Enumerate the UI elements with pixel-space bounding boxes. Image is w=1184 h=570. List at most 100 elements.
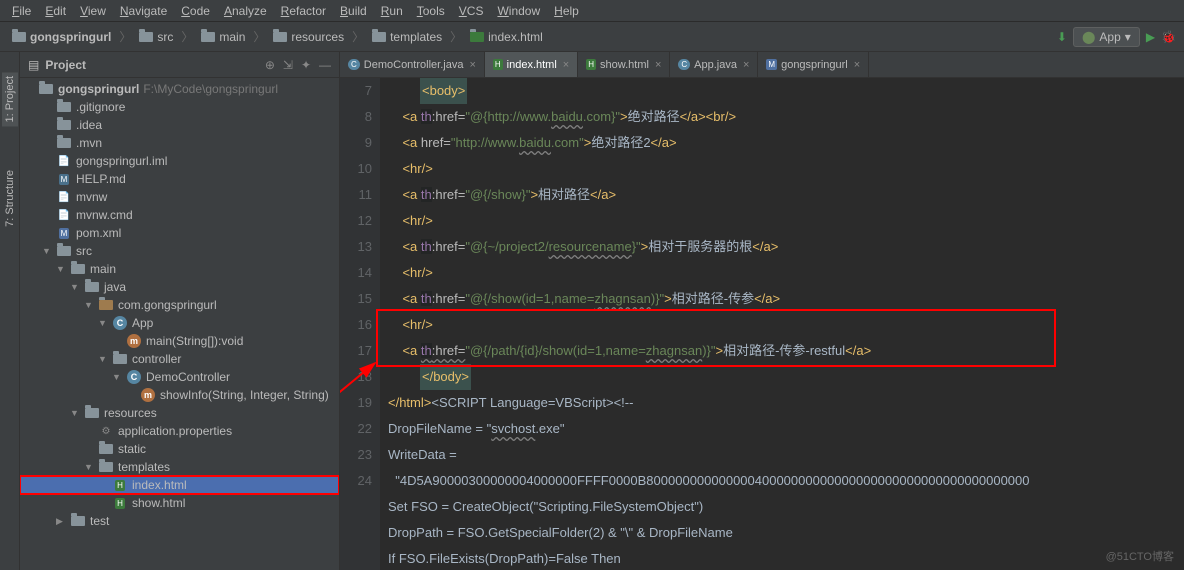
- menu-refactor[interactable]: Refactor: [275, 2, 332, 20]
- menu-navigate[interactable]: Navigate: [114, 2, 173, 20]
- menu-run[interactable]: Run: [375, 2, 409, 20]
- tree-arrow-icon: ▼: [84, 462, 94, 472]
- crumb-resources[interactable]: resources: [269, 28, 348, 46]
- menu-edit[interactable]: Edit: [39, 2, 72, 20]
- code-line[interactable]: <a th:href="@{/show(id=1,name=zhagnsan)}…: [388, 286, 1184, 312]
- tree-item-show.html[interactable]: Hshow.html: [20, 494, 339, 512]
- tree-item-App[interactable]: ▼CApp: [20, 314, 339, 332]
- close-icon[interactable]: ×: [563, 59, 569, 71]
- close-icon[interactable]: ×: [854, 59, 860, 71]
- tab-project[interactable]: 1: Project: [2, 72, 18, 126]
- tree-item-mvnw.cmd[interactable]: 📄mvnw.cmd: [20, 206, 339, 224]
- project-tree[interactable]: gongspringurl F:\MyCode\gongspringurl.gi…: [20, 78, 339, 570]
- folder-icon: [201, 32, 215, 42]
- menu-tools[interactable]: Tools: [411, 2, 451, 20]
- code-line[interactable]: <a href="http://www.baidu.com">绝对路径2</a>: [388, 130, 1184, 156]
- collapse-icon[interactable]: ⊕: [265, 58, 275, 72]
- code-line[interactable]: DropPath = FSO.GetSpecialFolder(2) & "\"…: [388, 520, 1184, 546]
- run-config-selector[interactable]: ⬤ App ▾: [1073, 27, 1140, 47]
- editor-tab-DemoController.java[interactable]: CDemoController.java×: [340, 52, 485, 77]
- code-line[interactable]: If FSO.FileExists(DropPath)=False Then: [388, 546, 1184, 570]
- tree-item-HELP.md[interactable]: MHELP.md: [20, 170, 339, 188]
- tree-item-src[interactable]: ▼src: [20, 242, 339, 260]
- code-line[interactable]: <body>: [388, 78, 1184, 104]
- tree-arrow-icon: ▼: [42, 246, 52, 256]
- code-line[interactable]: <a th:href="@{/show}">相对路径</a>: [388, 182, 1184, 208]
- code-line[interactable]: WriteData =: [388, 442, 1184, 468]
- tree-item-application.properties[interactable]: ⚙application.properties: [20, 422, 339, 440]
- tree-item-index.html[interactable]: Hindex.html: [20, 476, 339, 494]
- menu-help[interactable]: Help: [548, 2, 585, 20]
- close-icon[interactable]: ×: [743, 59, 749, 71]
- menu-window[interactable]: Window: [491, 2, 546, 20]
- tree-item-main(String[]):void[interactable]: mmain(String[]):void: [20, 332, 339, 350]
- tab-structure[interactable]: 7: Structure: [2, 166, 18, 231]
- settings-icon[interactable]: ✦: [301, 58, 311, 72]
- crumb-index.html[interactable]: index.html: [466, 28, 547, 46]
- menu-view[interactable]: View: [74, 2, 112, 20]
- line-number: 9: [340, 130, 372, 156]
- run-icon[interactable]: ▶: [1146, 30, 1155, 44]
- tree-item-pom.xml[interactable]: Mpom.xml: [20, 224, 339, 242]
- editor-tab-index.html[interactable]: Hindex.html×: [485, 52, 578, 77]
- crumb-templates[interactable]: templates: [368, 28, 446, 46]
- tree-item-test[interactable]: ▶test: [20, 512, 339, 530]
- debug-icon[interactable]: 🐞: [1161, 30, 1176, 44]
- chevron-right-icon: 〉: [117, 28, 133, 45]
- menu-file[interactable]: File: [6, 2, 37, 20]
- hide-icon[interactable]: —: [319, 58, 331, 72]
- tree-item-DemoController[interactable]: ▼CDemoController: [20, 368, 339, 386]
- code-area[interactable]: <body> <a th:href="@{http://www.baidu.co…: [380, 78, 1184, 570]
- tree-item-showInfo(String, Integer, String)[interactable]: mshowInfo(String, Integer, String): [20, 386, 339, 404]
- breadcrumbs: gongspringurl〉src〉main〉resources〉templat…: [8, 28, 1057, 46]
- tree-arrow-icon: ▶: [56, 516, 66, 527]
- menu-analyze[interactable]: Analyze: [218, 2, 273, 20]
- code-line[interactable]: </body>: [388, 364, 1184, 390]
- xml-icon: M: [56, 226, 72, 240]
- crumb-main[interactable]: main: [197, 28, 249, 46]
- code-line[interactable]: <a th:href="@{~/project2/resourcename}">…: [388, 234, 1184, 260]
- tree-item-controller[interactable]: ▼controller: [20, 350, 339, 368]
- menu-vcs[interactable]: VCS: [453, 2, 490, 20]
- close-icon[interactable]: ×: [655, 59, 661, 71]
- tree-item-gongspringurl.iml[interactable]: 📄gongspringurl.iml: [20, 152, 339, 170]
- code-line[interactable]: DropFileName = "svchost.exe": [388, 416, 1184, 442]
- tree-item-.gitignore[interactable]: .gitignore: [20, 98, 339, 116]
- run-controls: ⬇ ⬤ App ▾ ▶ 🐞: [1057, 27, 1176, 47]
- crumb-gongspringurl[interactable]: gongspringurl: [8, 28, 115, 46]
- code-line[interactable]: "4D5A90000300000004000000FFFF0000B800000…: [388, 468, 1184, 494]
- line-number: 8: [340, 104, 372, 130]
- tree-item-static[interactable]: static: [20, 440, 339, 458]
- tree-item-com.gongspringurl[interactable]: ▼com.gongspringurl: [20, 296, 339, 314]
- props-icon: ⚙: [98, 424, 114, 438]
- folder-icon: [98, 442, 114, 456]
- code-line[interactable]: Set FSO = CreateObject("Scripting.FileSy…: [388, 494, 1184, 520]
- menu-code[interactable]: Code: [175, 2, 216, 20]
- tree-item-.idea[interactable]: .idea: [20, 116, 339, 134]
- tree-item-main[interactable]: ▼main: [20, 260, 339, 278]
- editor-tab-show.html[interactable]: Hshow.html×: [578, 52, 670, 77]
- tree-item-java[interactable]: ▼java: [20, 278, 339, 296]
- code-line[interactable]: <hr/>: [388, 156, 1184, 182]
- editor-content[interactable]: 78910111213141516171819222324 <body> <a …: [340, 78, 1184, 570]
- build-icon[interactable]: ⬇: [1057, 30, 1067, 44]
- code-line[interactable]: <a th:href="@{/path/{id}/show(id=1,name=…: [388, 338, 1184, 364]
- code-line[interactable]: </html><SCRIPT Language=VBScript><!--: [388, 390, 1184, 416]
- close-icon[interactable]: ×: [469, 59, 475, 71]
- menu-build[interactable]: Build: [334, 2, 373, 20]
- md-icon: M: [56, 172, 72, 186]
- code-line[interactable]: <a th:href="@{http://www.baidu.com}">绝对路…: [388, 104, 1184, 130]
- code-line[interactable]: <hr/>: [388, 260, 1184, 286]
- tree-item-mvnw[interactable]: 📄mvnw: [20, 188, 339, 206]
- expand-icon[interactable]: ⇲: [283, 58, 293, 72]
- tree-item-templates[interactable]: ▼templates: [20, 458, 339, 476]
- code-line[interactable]: <hr/>: [388, 208, 1184, 234]
- editor-tab-App.java[interactable]: CApp.java×: [670, 52, 758, 77]
- tree-item-.mvn[interactable]: .mvn: [20, 134, 339, 152]
- editor-tab-gongspringurl[interactable]: Mgongspringurl×: [758, 52, 869, 77]
- tree-root[interactable]: gongspringurl F:\MyCode\gongspringurl: [20, 80, 339, 98]
- code-line[interactable]: <hr/>: [388, 312, 1184, 338]
- crumb-src[interactable]: src: [135, 28, 177, 46]
- tree-item-resources[interactable]: ▼resources: [20, 404, 339, 422]
- folder-icon: [70, 514, 86, 528]
